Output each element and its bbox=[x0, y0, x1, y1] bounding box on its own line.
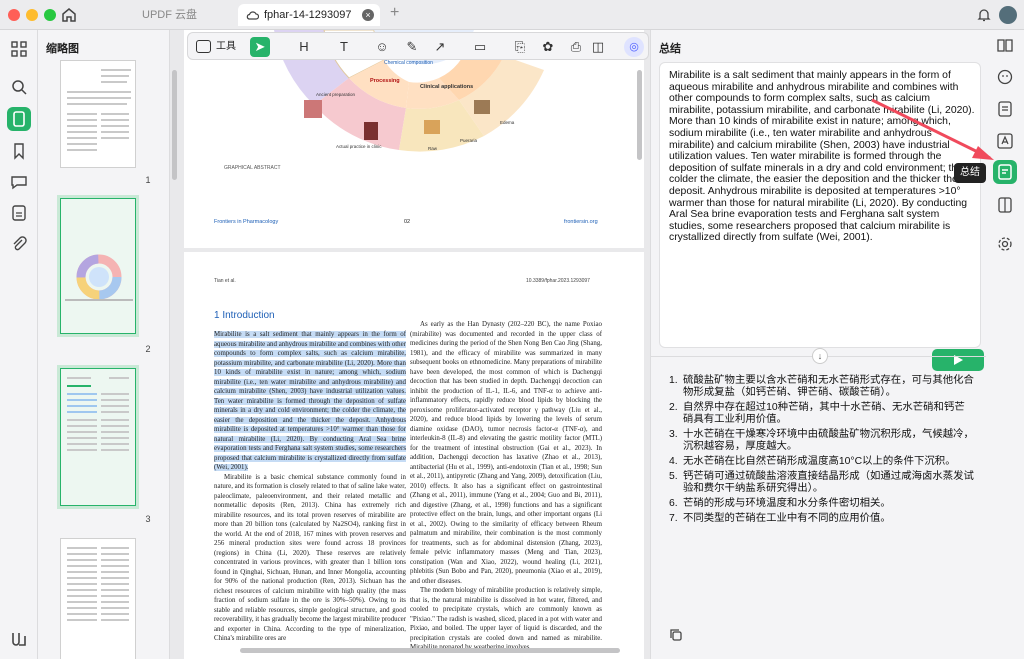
paragraph-text: Mirabilite is a basic chemical substance… bbox=[214, 473, 406, 643]
search-icon[interactable] bbox=[10, 78, 28, 96]
right-rail bbox=[986, 30, 1024, 659]
list-item: 3. 十水芒硝在干燥寒冷环境中由硫酸盐矿物沉积形成，气候越冷，沉积越容易，厚度越大… bbox=[669, 429, 974, 452]
wheel-label: Clinical applications bbox=[420, 84, 474, 90]
wheel-label: Actual practice in clinic bbox=[336, 144, 382, 149]
toolbox-icon bbox=[196, 40, 211, 53]
shape-tool-button[interactable]: ▭ bbox=[470, 37, 490, 57]
list-item: 6. 芒硝的形成与环境温度和水分条件密切相关。 bbox=[669, 498, 891, 509]
avatar[interactable] bbox=[999, 6, 1017, 24]
summary-input-box[interactable]: Mirabilite is a salt sediment that mainl… bbox=[659, 62, 984, 371]
thumbnail-page-number: 2 bbox=[145, 344, 151, 354]
home-icon[interactable] bbox=[60, 6, 78, 24]
wheel-label: Edema bbox=[500, 120, 515, 125]
paragraph-text: The modern biology of mirabilite product… bbox=[410, 587, 602, 651]
thumbnail-page-4[interactable] bbox=[60, 538, 136, 659]
attachment-icon[interactable] bbox=[10, 235, 28, 253]
annotation-toolbar: 工具 ➤ H T ☺ ✎ ↗ ▭ ⎘ ✿ ⎙ ◫ ◎ bbox=[187, 32, 649, 60]
cloud-icon bbox=[246, 11, 259, 20]
translate-icon[interactable] bbox=[996, 132, 1014, 150]
page-header-author: Tian et al. bbox=[214, 278, 236, 284]
select-tool-button[interactable]: ➤ bbox=[250, 37, 270, 57]
thumbnail-page-2[interactable] bbox=[57, 195, 139, 337]
comment-icon[interactable] bbox=[10, 173, 28, 191]
ask-pdf-icon[interactable] bbox=[996, 100, 1014, 118]
tools-label: 工具 bbox=[216, 41, 236, 52]
panel-title: 总结 bbox=[659, 43, 681, 55]
section-heading: 1 Introduction bbox=[214, 310, 275, 321]
wheel-label: Pueraria bbox=[460, 138, 478, 143]
summarize-tooltip: 总结 bbox=[954, 163, 986, 183]
ocr-tool-button[interactable]: ◫ bbox=[588, 37, 608, 57]
pencil-tool-button[interactable]: ✎ bbox=[402, 37, 422, 57]
pdf-page-top: Chemical composition Processing Clinical… bbox=[184, 30, 644, 248]
reader-icon[interactable] bbox=[996, 196, 1014, 214]
text-column-1: Mirabilite is a salt sediment that mainl… bbox=[214, 330, 406, 658]
list-item: 4. 无水芒硝在比自然芒硝形成温度高10°C以上的条件下沉积。 bbox=[669, 456, 956, 467]
summary-source-text[interactable]: Mirabilite is a salt sediment that mainl… bbox=[669, 70, 975, 244]
zoom-window-button[interactable] bbox=[44, 9, 56, 21]
ai-assistant-button[interactable]: ◎ bbox=[624, 37, 644, 57]
minimize-window-button[interactable] bbox=[26, 9, 38, 21]
thumbnail-panel: 缩略图 1 2 3 bbox=[38, 30, 170, 659]
updf-logo-icon[interactable] bbox=[10, 630, 28, 648]
footer-journal: Frontiers in Pharmacology bbox=[214, 219, 279, 225]
document-horizontal-scrollbar[interactable] bbox=[240, 648, 620, 653]
grid-icon[interactable] bbox=[10, 40, 28, 58]
chemical-composition-label: Chemical composition bbox=[384, 60, 433, 66]
footer-page: 02 bbox=[404, 219, 411, 225]
document-view: Chemical composition Processing Clinical… bbox=[180, 30, 648, 659]
wheel-label: Raw bbox=[428, 146, 438, 151]
close-window-button[interactable] bbox=[8, 9, 20, 21]
thumbnail-view-icon[interactable] bbox=[7, 107, 31, 131]
tab-document[interactable]: fphar-14-1293097 × bbox=[238, 4, 380, 26]
layers-icon[interactable] bbox=[10, 204, 28, 222]
settings-icon[interactable] bbox=[996, 235, 1014, 253]
summarize-icon[interactable] bbox=[993, 160, 1017, 184]
wheel-label: Processing bbox=[370, 78, 400, 84]
chat-emoji-icon[interactable] bbox=[996, 68, 1014, 86]
footer-site: frontiersin.org bbox=[564, 219, 598, 225]
summary-results-list: 1. 硫酸盐矿物主要以含水芒硝和无水芒硝形式存在，可与其他化合物形成复盐（如钙芒硝… bbox=[669, 375, 974, 528]
text-tool-button[interactable]: T bbox=[334, 37, 354, 57]
scroll-down-icon[interactable]: ↓ bbox=[812, 348, 828, 364]
tab-updf-cloud[interactable]: UPDF 云盘 bbox=[130, 4, 230, 26]
list-item: 2. 自然界中存在超过10种芒硝，其中十水芒硝、无水芒硝和钙芒硝具有工业利用价值。 bbox=[669, 402, 965, 425]
thumbnail-page-number: 1 bbox=[145, 175, 151, 185]
stamp-tool-button[interactable]: ⎙ bbox=[566, 37, 586, 57]
document-vertical-scrollbar[interactable] bbox=[637, 70, 642, 160]
highlight-tool-button[interactable]: H bbox=[294, 37, 314, 57]
thumbnail-page-1[interactable] bbox=[60, 60, 136, 168]
thumbnail-scrollbar[interactable] bbox=[172, 70, 177, 180]
list-item: 5. 钙芒硝可通过硫酸盐溶液直接结晶形成（如通过咸海卤水蒸发试验和费尔干纳盐系研究… bbox=[669, 471, 974, 494]
list-item: 7. 不同类型的芒硝在工业中有不同的应用价值。 bbox=[669, 513, 891, 524]
attach-tool-button[interactable]: ⎘ bbox=[510, 37, 530, 57]
comment-tool-button[interactable]: ☺ bbox=[372, 37, 392, 57]
send-button[interactable] bbox=[932, 349, 984, 371]
pdf-page-3: Tian et al. 10.3389/fphar.2023.1293097 1… bbox=[184, 252, 644, 659]
graphical-abstract-label: GRAPHICAL ABSTRACT bbox=[224, 165, 281, 171]
panel-title: 缩略图 bbox=[46, 43, 79, 55]
text-column-2: As early as the Han Dynasty (202–220 BC)… bbox=[410, 320, 602, 658]
left-rail bbox=[0, 30, 38, 659]
thumbnail-page-number: 3 bbox=[145, 514, 151, 524]
title-bar: UPDF 云盘 fphar-14-1293097 × + bbox=[0, 0, 1024, 30]
sticker-tool-button[interactable]: ✿ bbox=[538, 37, 558, 57]
list-item: 1. 硫酸盐矿物主要以含水芒硝和无水芒硝形式存在，可与其他化合物形成复盐（如钙芒硝… bbox=[669, 375, 974, 398]
copy-icon[interactable] bbox=[669, 628, 683, 642]
summary-panel: 总结 Mirabilite is a salt sediment that ma… bbox=[650, 30, 987, 659]
book-ai-icon[interactable] bbox=[996, 36, 1014, 54]
page-header-doi: 10.3389/fphar.2023.1293097 bbox=[526, 278, 590, 284]
selected-text[interactable]: Mirabilite is a salt sediment that mainl… bbox=[214, 331, 406, 471]
wheel-label: Ancient preparation bbox=[316, 92, 356, 97]
bell-icon[interactable] bbox=[977, 7, 991, 23]
tab-document-label: fphar-14-1293097 bbox=[264, 9, 352, 21]
close-tab-icon[interactable]: × bbox=[362, 9, 374, 21]
arrow-tool-button[interactable]: ↗ bbox=[430, 37, 450, 57]
thumbnail-page-3[interactable] bbox=[57, 365, 139, 509]
tools-button[interactable]: 工具 bbox=[194, 37, 236, 57]
paragraph-text: As early as the Han Dynasty (202–220 BC)… bbox=[410, 321, 602, 585]
bookmark-icon[interactable] bbox=[10, 142, 28, 160]
new-tab-button[interactable]: + bbox=[390, 4, 399, 22]
